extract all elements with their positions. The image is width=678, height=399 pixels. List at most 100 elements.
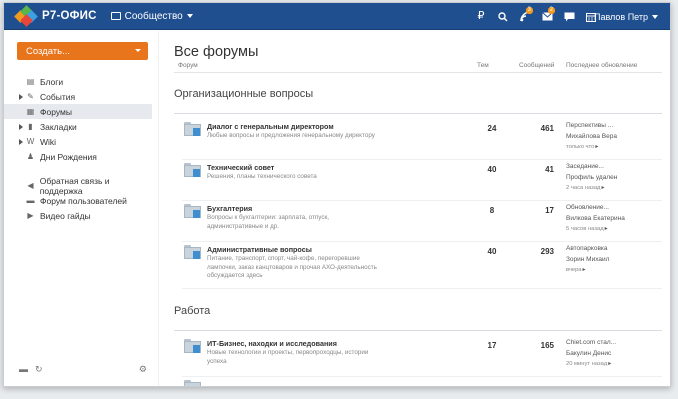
section-title: Работа: [174, 305, 211, 317]
forum-messages-count: 17: [545, 206, 554, 215]
sidebar-nav: ▤ Блоги ✎ События ▦ Форумы ▮ Закладки W …: [4, 74, 152, 223]
forum-row: Диалог с генеральным директором Любые во…: [182, 120, 662, 160]
sidebar-item-birthdays[interactable]: ♟ Дни Рождения: [4, 149, 152, 164]
go-to-post-icon[interactable]: ▸: [583, 267, 586, 273]
app-window: Р7-ОФИС Сообщество ₽ 3 2 Павлов Петр Соз…: [3, 2, 671, 387]
last-post-author[interactable]: Вилкова Екатерина: [566, 215, 625, 222]
section-divider: [174, 330, 662, 331]
last-post-time-text: вчера: [566, 267, 582, 273]
feed-icon[interactable]: 3: [514, 3, 536, 30]
refresh-icon[interactable]: ↻: [35, 364, 43, 375]
forum-description: Новые технологии и проекты, первопроходц…: [207, 349, 369, 365]
last-post-author[interactable]: Зорин Михаил: [566, 256, 609, 263]
sidebar-item-blogs[interactable]: ▤ Блоги: [4, 74, 152, 89]
logo-mark-icon: [14, 5, 38, 27]
page-title: Все форумы: [174, 44, 259, 60]
last-post-time: только что▸: [566, 143, 598, 150]
sidebar-item-forums[interactable]: ▦ Форумы: [4, 104, 152, 119]
sidebar: Создать... ▤ Блоги ✎ События ▦ Форумы ▮ …: [4, 31, 159, 386]
video-icon: ▶: [27, 211, 34, 220]
top-bar: Р7-ОФИС Сообщество ₽ 3 2 Павлов Петр: [4, 3, 670, 30]
forum-folder-icon: [184, 245, 201, 259]
sidebar-item-wiki[interactable]: W Wiki: [4, 134, 152, 149]
forum-folder-icon: [184, 122, 201, 136]
sidebar-item-user-forum[interactable]: ▬ Форум пользователей: [4, 193, 152, 208]
sidebar-item-label: Форумы: [40, 106, 72, 117]
section-divider: [174, 113, 662, 114]
currency-icon[interactable]: ₽: [470, 3, 492, 30]
last-post-time-text: только что: [566, 144, 595, 150]
go-to-post-icon[interactable]: ▸: [608, 361, 611, 367]
expand-arrow-icon[interactable]: [19, 124, 23, 130]
sidebar-item-label: Видео гайды: [40, 210, 91, 221]
logo[interactable]: Р7-ОФИС: [14, 5, 97, 27]
section-title: Организационные вопросы: [174, 88, 314, 100]
chevron-down-icon: [652, 14, 658, 19]
create-button[interactable]: Создать...: [17, 42, 148, 60]
forum-description: Питание, транспорт, спорт, чай-кофе, пер…: [207, 255, 377, 279]
sidebar-item-label: Закладки: [40, 121, 77, 132]
forum-folder-icon: [184, 380, 201, 386]
go-to-post-icon[interactable]: ▸: [595, 144, 598, 150]
last-post-author[interactable]: Профиль удален: [566, 174, 617, 181]
forum-topics-count: 17: [487, 341, 497, 350]
go-to-post-icon[interactable]: ▸: [605, 226, 608, 232]
forum-title-link[interactable]: Административные вопросы: [207, 245, 312, 254]
main-content: Все форумы Форум Тем Сообщений Последнее…: [174, 31, 664, 386]
last-post-link[interactable]: Заседание...: [566, 163, 604, 170]
last-post-time: вчера▸: [566, 266, 586, 273]
gear-icon[interactable]: ⚙: [139, 364, 147, 375]
chevron-down-icon: [186, 14, 193, 18]
module-label: Сообщество: [124, 10, 183, 22]
expand-arrow-icon[interactable]: [19, 139, 23, 145]
forum-topics-count: 24: [487, 124, 497, 133]
last-post-author[interactable]: Бакулин Денис: [566, 350, 611, 357]
chat-icon[interactable]: ▬: [19, 364, 28, 374]
forum-title-link[interactable]: Диалог с генеральным директором: [207, 122, 334, 131]
forum-messages-count: 461: [540, 124, 554, 133]
sidebar-item-bookmarks[interactable]: ▮ Закладки: [4, 119, 152, 134]
forum-row: ИТ-Бизнес, находки и исследования Новые …: [182, 337, 662, 377]
sidebar-item-label: Форум пользователей: [40, 195, 127, 206]
forum-title-link[interactable]: Бухгалтерия: [207, 204, 252, 213]
last-post-time: 2 часа назад▸: [566, 184, 604, 191]
module-switcher[interactable]: Сообщество: [110, 10, 193, 22]
expand-arrow-icon[interactable]: [19, 94, 23, 100]
top-icons: ₽ 3 2: [470, 3, 602, 30]
sidebar-item-video[interactable]: ▶ Видео гайды: [4, 208, 152, 223]
user-menu[interactable]: Павлов Петр: [594, 3, 658, 30]
last-post-link[interactable]: Обновление...: [566, 204, 609, 211]
mail-icon[interactable]: 2: [536, 3, 558, 30]
search-icon[interactable]: [492, 3, 514, 30]
forum-folder-icon: [184, 163, 201, 177]
forum-row: Технический совет Решения, планы техниче…: [182, 161, 662, 201]
last-post-author[interactable]: Михайлова Вера: [566, 133, 617, 140]
last-post-link[interactable]: Chiet.com стал...: [566, 339, 616, 346]
sidebar-item-events[interactable]: ✎ События: [4, 89, 152, 104]
last-post-time: 5 часов назад▸: [566, 225, 608, 232]
feedback-icon: ◀: [27, 181, 34, 190]
forum-messages-count: 293: [540, 247, 554, 256]
feed-badge: 3: [525, 7, 533, 14]
forum-title-link[interactable]: Технический совет: [207, 163, 274, 172]
forum-description: Вопросы к бухгалтерии: зарплата, отпуск,…: [207, 214, 330, 230]
birthday-icon: ♟: [26, 152, 35, 161]
forum-topics-count: 40: [487, 165, 497, 174]
sidebar-footer: ▬ ↻ ⚙: [19, 364, 147, 374]
forum-title-link[interactable]: ИТ-Бизнес, находки и исследования: [207, 339, 337, 348]
wiki-icon: W: [26, 137, 35, 146]
sidebar-item-feedback[interactable]: ◀ Обратная связь и поддержка: [4, 176, 152, 196]
forum-topics-count: 8: [489, 206, 495, 215]
last-post-time-text: 20 минут назад: [566, 361, 608, 367]
last-post-time-text: 5 часов назад: [566, 226, 604, 232]
sidebar-item-label: Дни Рождения: [40, 151, 97, 162]
chat-icon[interactable]: [558, 3, 580, 30]
forum-row: Административные вопросы Питание, трансп…: [182, 243, 662, 289]
community-icon: [110, 12, 121, 20]
last-post-link[interactable]: Автопарковка: [566, 245, 608, 252]
forum-description: Решения, планы технического совета: [207, 173, 317, 180]
mail-badge: 2: [547, 7, 555, 14]
last-post-link[interactable]: Перспективы ...: [566, 122, 613, 129]
go-to-post-icon[interactable]: ▸: [601, 185, 604, 191]
chevron-down-icon: [135, 49, 141, 52]
